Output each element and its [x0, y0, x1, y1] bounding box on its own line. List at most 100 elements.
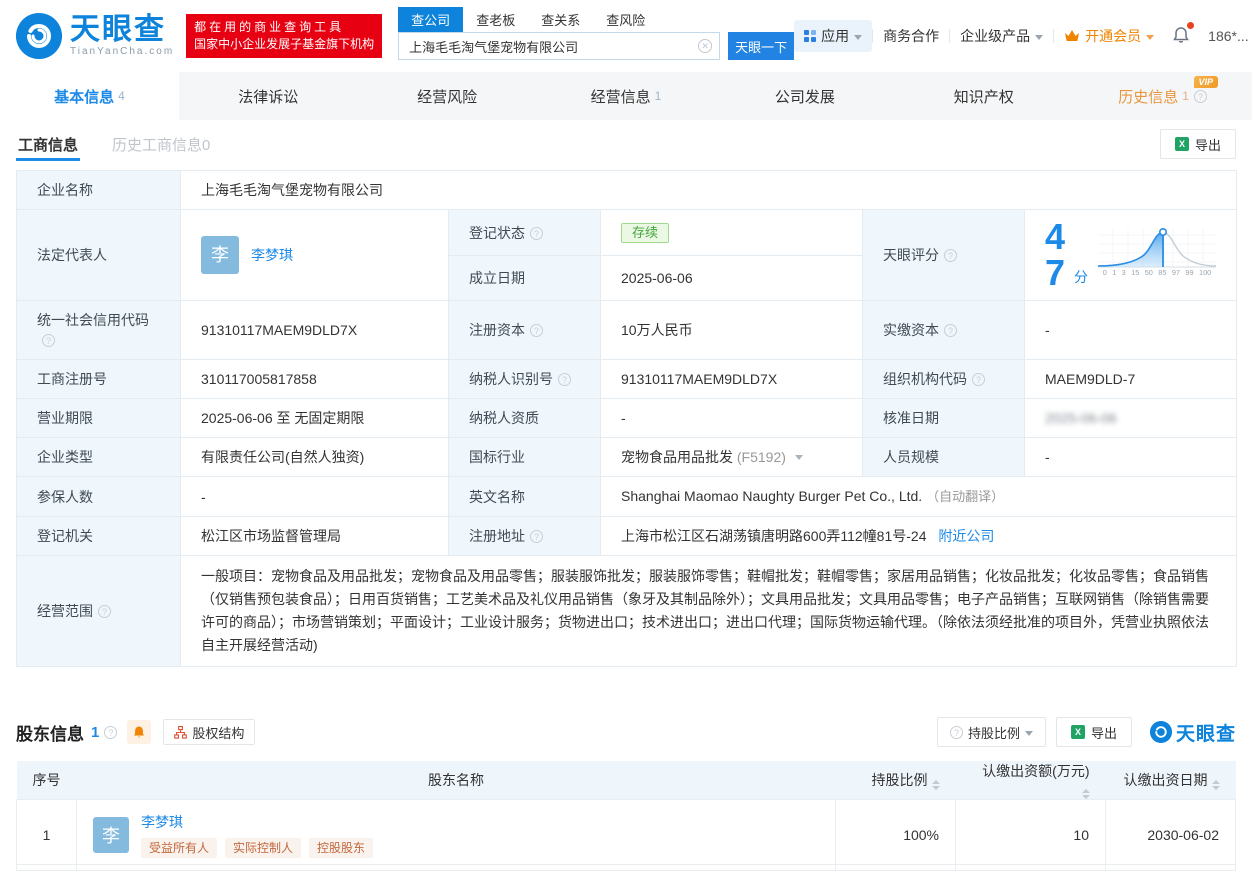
help-icon[interactable]: ? — [972, 373, 985, 386]
help-icon[interactable]: ? — [42, 334, 55, 347]
subtab-history-registration[interactable]: 历史工商信息0 — [110, 122, 212, 167]
company-name-label: 企业名称 — [16, 170, 181, 210]
promo-line2: 国家中小企业发展子基金旗下机构 — [194, 37, 375, 51]
table-row: 法定代表人 李 李梦琪 登记状态? 存续 天眼评分? 47 分 0 1 3 15… — [16, 208, 1238, 301]
sort-icon — [931, 780, 940, 790]
taxpayer-id-label: 纳税人识别号 — [469, 371, 553, 387]
tianyancha-logo[interactable]: 天眼查 TianYanCha.com — [16, 13, 174, 59]
apps-menu[interactable]: 应用 — [794, 20, 873, 52]
col-index: 序号 — [16, 761, 77, 800]
account-menu[interactable]: 186*... — [1198, 22, 1252, 50]
tab-basic-info[interactable]: 基本信息 4 — [0, 72, 179, 120]
company-tab-bar: 基本信息 4 法律诉讼 经营风险 经营信息 1 公司发展 知识产权 历史信息 1 ? … — [0, 72, 1252, 120]
search-input[interactable] — [398, 32, 721, 60]
excel-icon: X — [1174, 137, 1189, 151]
equity-structure-button[interactable]: 股权结构 — [163, 719, 256, 745]
col-holding-ratio[interactable]: 持股比例 — [835, 761, 956, 800]
help-icon[interactable]: ? — [530, 324, 543, 337]
vip-upgrade-menu[interactable]: 开通会员 — [1054, 20, 1164, 52]
shareholder-name-link[interactable]: 李梦琪 — [141, 812, 373, 832]
notifications-bell[interactable] — [1164, 20, 1198, 53]
staff-size-label: 人员规模 — [862, 437, 1025, 477]
paid-capital-label: 实缴资本 — [883, 322, 939, 338]
table-row: 1 李 李梦琪 受益所有人 实际控制人 控股股东 100% 10 2030-06… — [16, 799, 1236, 871]
english-name-value: Shanghai Maomao Naughty Burger Pet Co., … — [621, 488, 923, 504]
search-tab-company[interactable]: 查公司 — [398, 6, 464, 32]
help-icon[interactable]: ? — [1193, 89, 1207, 103]
nearby-companies-link[interactable]: 附近公司 — [938, 528, 994, 544]
row-index: 1 — [16, 799, 77, 871]
search-tab-risk[interactable]: 查风险 — [593, 7, 658, 32]
enterprise-products-menu[interactable]: 企业级产品 — [950, 20, 1053, 52]
table-row: 参保人数 - 英文名称 Shanghai Maomao Naughty Burg… — [16, 476, 1238, 517]
org-code-label: 组织机构代码 — [883, 371, 967, 387]
credit-code-value: 91310117MAEM9DLD7X — [180, 300, 449, 360]
industry-code: (F5192) — [736, 449, 786, 465]
credit-code-label: 统一社会信用代码 — [37, 312, 149, 328]
address-label: 注册地址 — [469, 528, 525, 544]
status-badge: 存续 — [621, 223, 670, 244]
tab-history-info[interactable]: 历史信息 1 ? VIP — [1073, 72, 1252, 120]
help-icon[interactable]: ? — [530, 226, 543, 240]
tab-intellectual-property[interactable]: 知识产权 — [894, 72, 1073, 120]
search-tab-boss[interactable]: 查老板 — [463, 7, 528, 32]
export-button[interactable]: X 导出 — [1159, 129, 1236, 159]
col-subscribed-amount[interactable]: 认缴出资额(万元) — [955, 761, 1106, 800]
help-icon: ? — [949, 725, 963, 739]
logo-brand: 天眼查 — [70, 13, 166, 46]
shareholders-export-button[interactable]: X 导出 — [1055, 717, 1132, 747]
org-chart-icon — [174, 725, 188, 739]
insured-label: 参保人数 — [16, 476, 181, 517]
reg-status-label: 登记状态 — [469, 224, 525, 241]
chevron-down-icon[interactable] — [794, 455, 803, 460]
help-icon[interactable]: ? — [558, 373, 571, 386]
tab-business-info[interactable]: 经营信息 1 — [537, 72, 716, 120]
industry-value: 宠物食品用品批发 — [621, 449, 733, 465]
apps-label: 应用 — [821, 28, 850, 44]
legal-rep-link[interactable]: 李梦琪 — [251, 245, 293, 265]
legal-rep-cell: 李 李梦琪 — [201, 236, 428, 274]
reg-authority-label: 登记机关 — [16, 516, 181, 556]
tianyancha-logo-icon — [16, 13, 62, 59]
col-shareholder-name: 股东名称 — [76, 761, 836, 800]
col-subscribed-date[interactable]: 认缴出资日期 — [1105, 761, 1236, 800]
table-row: 工商注册号 310117005817858 纳税人识别号? 91310117MA… — [16, 359, 1238, 399]
score-distribution-chart: 0 1 3 15 50 85 97 99 100 — [1098, 227, 1217, 283]
shareholders-title: 股东信息 — [16, 724, 84, 744]
taxpayer-id-value: 91310117MAEM9DLD7X — [600, 359, 863, 399]
business-term-value: 2025-06-06 至 无固定期限 — [180, 398, 449, 438]
holding-ratio-dropdown[interactable]: ? 持股比例 — [936, 717, 1046, 747]
help-icon[interactable]: ? — [104, 725, 118, 739]
help-icon[interactable]: ? — [98, 605, 111, 618]
chevron-down-icon — [854, 34, 863, 40]
company-type-value: 有限责任公司(自然人独资) — [180, 437, 449, 477]
help-icon[interactable]: ? — [944, 249, 957, 262]
subtab-business-registration[interactable]: 工商信息 — [16, 122, 81, 167]
business-scope-value: 一般项目：宠物食品及用品批发；宠物食品及用品零售；服装服饰批发；服装服饰零售；鞋… — [179, 555, 1238, 667]
monitor-bell-button[interactable] — [127, 720, 152, 744]
sort-icon — [1081, 789, 1090, 799]
tianyancha-watermark: 天眼查 — [1149, 719, 1236, 746]
reg-number-label: 工商注册号 — [16, 359, 181, 399]
business-cooperation-link[interactable]: 商务合作 — [873, 20, 949, 52]
establish-date-value: 2025-06-06 — [600, 255, 863, 301]
tab-company-development[interactable]: 公司发展 — [715, 72, 894, 120]
sort-icon — [1211, 780, 1220, 790]
score-label: 天眼评分 — [883, 247, 939, 263]
chevron-down-icon — [1024, 730, 1033, 736]
crown-icon — [1065, 30, 1080, 41]
tianyan-score[interactable]: 47 分 0 1 3 15 50 85 97 99 100 — [1045, 216, 1217, 293]
table-row: 经营范围? 一般项目：宠物食品及用品批发；宠物食品及用品零售；服装服饰批发；服装… — [16, 555, 1238, 667]
tab-legal-proceedings[interactable]: 法律诉讼 — [179, 72, 358, 120]
help-icon[interactable]: ? — [944, 324, 957, 337]
reg-authority-value: 松江区市场监督管理局 — [180, 516, 449, 556]
insured-value: - — [180, 476, 449, 517]
tab-operational-risk[interactable]: 经营风险 — [358, 72, 537, 120]
subscribed-amount-value: 10 — [955, 799, 1106, 871]
taxpayer-quality-value: - — [600, 398, 863, 438]
subscribed-date-value: 2030-06-02 — [1105, 799, 1236, 871]
search-tab-relation[interactable]: 查关系 — [528, 7, 593, 32]
search-button[interactable]: 天眼一下 — [728, 32, 795, 60]
help-icon[interactable]: ? — [530, 530, 543, 543]
score-value: 47 — [1045, 216, 1066, 293]
